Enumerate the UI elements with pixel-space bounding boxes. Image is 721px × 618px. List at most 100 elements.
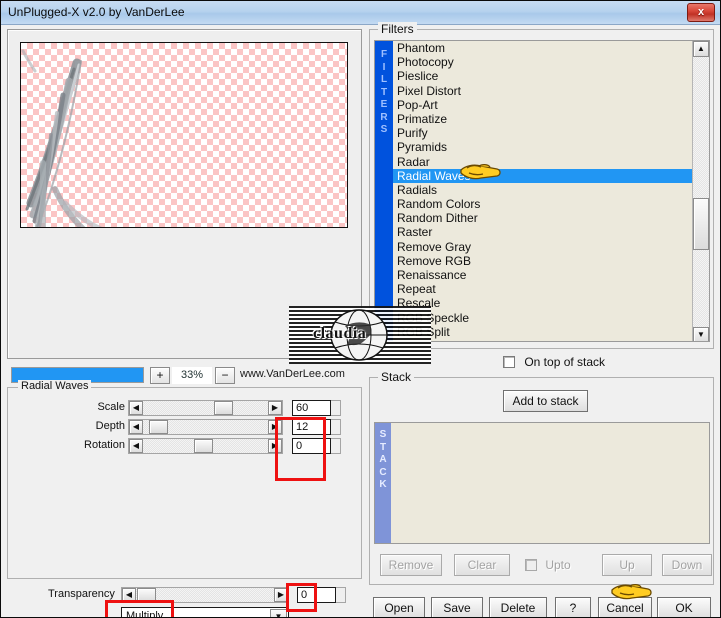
preview-image [21, 49, 103, 227]
client-area: claudia + 33% − www.VanDerLee.com Radial… [1, 22, 720, 618]
filter-list-item[interactable]: Purify [393, 126, 694, 140]
filter-list-item[interactable]: Pyramids [393, 140, 694, 154]
triangle-down-icon[interactable]: ▼ [693, 327, 709, 341]
add-to-stack-button[interactable]: Add to stack [503, 390, 588, 412]
filters-list[interactable]: Phantom Photocopy Pieslice Pixel Distort Pop… [393, 41, 694, 341]
remove-button[interactable]: Remove [380, 554, 442, 576]
blend-mode-row: Multiply ▼ [7, 607, 362, 618]
param-label-depth: Depth [95, 420, 125, 432]
filter-list-item[interactable]: Remove Gray [393, 240, 694, 254]
title-bar: UnPlugged-X v2.0 by VanDerLee x [1, 1, 720, 25]
clear-button[interactable]: Clear [454, 554, 510, 576]
cancel-button[interactable]: Cancel [598, 597, 652, 617]
slider-right-arrow-icon[interactable]: ▶ [274, 588, 288, 602]
watermark-overlay: claudia [289, 306, 431, 364]
upto-checkbox[interactable] [525, 559, 537, 571]
transparency-slider[interactable]: ◀ ▶ [121, 587, 289, 603]
triangle-up-icon[interactable]: ▲ [693, 41, 709, 57]
param-value-rotation-tail [331, 438, 341, 454]
up-button[interactable]: Up [602, 554, 652, 576]
param-label-scale: Scale [97, 401, 125, 413]
filter-list-item[interactable]: Pixel Distort [393, 84, 694, 98]
delete-button[interactable]: Delete [489, 597, 547, 617]
filters-listbox[interactable]: FILTERS Phantom Photocopy Pieslice Pixel Di… [374, 40, 710, 342]
filter-list-item[interactable]: Pop-Art [393, 98, 694, 112]
blend-mode-value: Multiply [126, 610, 164, 618]
watermark-text: claudia [313, 325, 367, 342]
filters-scrollbar[interactable]: ▲ ▼ [692, 41, 709, 341]
param-slider-scale[interactable]: ◀ ▶ [128, 400, 283, 416]
filter-list-item[interactable]: Radial Waves [393, 168, 694, 183]
transparency-slider-thumb[interactable] [137, 588, 156, 602]
filter-list-item[interactable]: Phantom [393, 41, 694, 55]
slider-left-arrow-icon[interactable]: ◀ [122, 588, 136, 602]
open-button[interactable]: Open [373, 597, 425, 617]
param-value-scale-tail [331, 400, 341, 416]
param-slider-depth[interactable]: ◀ ▶ [128, 419, 283, 435]
slider-thumb-scale[interactable] [214, 401, 233, 415]
slider-left-arrow-icon[interactable]: ◀ [129, 420, 143, 434]
on-top-of-stack-label: On top of stack [524, 355, 606, 369]
on-top-of-stack-checkbox[interactable] [503, 356, 515, 368]
param-value-depth-tail [331, 419, 341, 435]
upto-checkbox-row[interactable]: Upto [525, 558, 571, 572]
chevron-down-icon[interactable]: ▼ [270, 609, 287, 617]
filter-list-item[interactable]: Repeat [393, 282, 694, 296]
filter-list-item[interactable]: Photocopy [393, 55, 694, 69]
param-row-depth: Depth ◀ ▶ 12 [8, 419, 363, 437]
filter-list-item[interactable]: Rotate [393, 339, 694, 341]
filter-list-item[interactable]: Primatize [393, 112, 694, 126]
radial-waves-group: Radial Waves Scale ◀ ▶ 60 Depth ◀ ▶ 12 R… [7, 380, 363, 579]
unplugged-x-window: UnPlugged-X v2.0 by VanDerLee x claudia … [0, 0, 721, 618]
slider-thumb-rotation[interactable] [194, 439, 213, 453]
save-button[interactable]: Save [431, 597, 483, 617]
transparency-row: Transparency ◀ ▶ 0 [7, 587, 362, 605]
filter-list-item[interactable]: Remove RGB [393, 254, 694, 268]
filter-list-item[interactable]: Radials [393, 183, 694, 197]
stack-listbox[interactable]: STACK [374, 422, 710, 544]
zoom-out-button[interactable]: − [215, 367, 235, 384]
param-row-rotation: Rotation ◀ ▶ 0 [8, 438, 363, 456]
filter-list-item[interactable]: RGB Split [393, 325, 694, 339]
close-icon[interactable]: x [687, 3, 715, 22]
zoom-level-value: 33% [172, 367, 212, 384]
param-value-scale[interactable]: 60 [292, 400, 331, 416]
window-title: UnPlugged-X v2.0 by VanDerLee [8, 5, 185, 19]
filter-list-item[interactable]: Rescale [393, 296, 694, 310]
stack-list[interactable] [391, 423, 709, 543]
slider-right-arrow-icon[interactable]: ▶ [268, 401, 282, 415]
stack-group-title: Stack [378, 370, 415, 384]
filter-list-item[interactable]: Renaissance [393, 268, 694, 282]
stack-group: Stack Add to stack STACK Remove Clear Up… [369, 370, 714, 585]
slider-left-arrow-icon[interactable]: ◀ [129, 401, 143, 415]
ok-button[interactable]: OK [657, 597, 711, 617]
filter-list-item[interactable]: Raster [393, 225, 694, 239]
param-slider-rotation[interactable]: ◀ ▶ [128, 438, 283, 454]
slider-left-arrow-icon[interactable]: ◀ [129, 439, 143, 453]
transparency-value[interactable]: 0 [297, 587, 336, 603]
slider-right-arrow-icon[interactable]: ▶ [268, 420, 282, 434]
filter-list-item[interactable]: Random Colors [393, 197, 694, 211]
zoom-in-button[interactable]: + [150, 367, 170, 384]
filter-list-item[interactable]: Radar [393, 155, 694, 169]
filter-list-item[interactable]: RGB Speckle [393, 311, 694, 325]
upto-label: Upto [545, 558, 571, 572]
filter-list-item[interactable]: Pieslice [393, 69, 694, 83]
radial-waves-group-title: Radial Waves [18, 380, 92, 392]
filters-scrollbar-thumb[interactable] [693, 198, 709, 250]
slider-right-arrow-icon[interactable]: ▶ [268, 439, 282, 453]
transparency-value-tail [336, 587, 346, 603]
transparency-label: Transparency [48, 588, 115, 600]
param-value-rotation[interactable]: 0 [292, 438, 331, 454]
param-value-depth[interactable]: 12 [292, 419, 331, 435]
help-button[interactable]: ? [555, 597, 591, 617]
filters-group-title: Filters [378, 22, 417, 36]
filter-list-item[interactable]: Random Dither [393, 211, 694, 225]
down-button[interactable]: Down [662, 554, 712, 576]
slider-thumb-depth[interactable] [149, 420, 168, 434]
vanderlee-website-link[interactable]: www.VanDerLee.com [240, 368, 345, 380]
blend-mode-select[interactable]: Multiply ▼ [121, 607, 289, 618]
filters-sidebar-label: FILTERS [375, 41, 393, 341]
param-label-rotation: Rotation [84, 439, 125, 451]
preview-canvas[interactable] [20, 42, 348, 228]
